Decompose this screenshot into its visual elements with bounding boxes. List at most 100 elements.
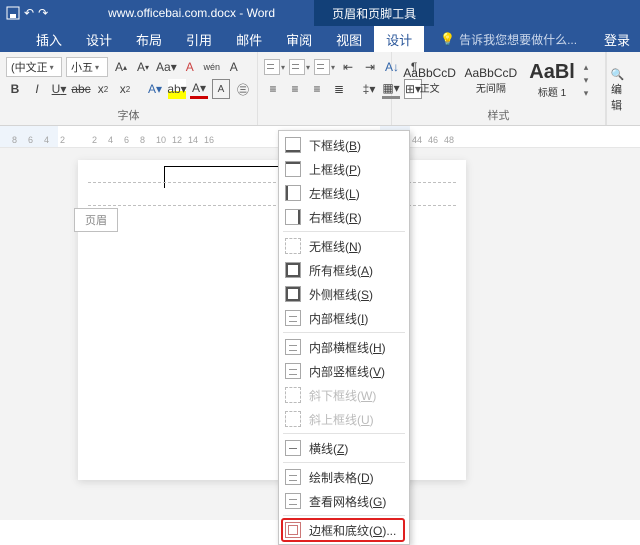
ribbon-tabs: 插入设计布局引用邮件审阅视图设计 💡 告诉我您想要做什么... 登录 [0,26,640,52]
char-shading-button[interactable]: ㊂ [234,79,252,99]
justify-button[interactable]: ≣ [330,79,348,99]
menu-item-下框线[interactable]: 下框线(B) [279,133,409,157]
menu-item-左框线[interactable]: 左框线(L) [279,181,409,205]
menu-item-label: 斜上框线(U) [309,411,374,428]
menu-item-内部横框线[interactable]: 内部横框线(H) [279,335,409,359]
tab-设计[interactable]: 设计 [74,26,124,52]
border-icon [285,440,301,456]
grow-font-button[interactable]: A▴ [112,57,130,77]
styles-group-label: 样式 [398,107,599,125]
menu-item-内部框线[interactable]: 内部框线(I) [279,306,409,330]
align-left-button[interactable]: ≡ [264,79,282,99]
menu-item-外侧框线[interactable]: 外侧框线(S) [279,282,409,306]
enclose-button[interactable]: A [225,57,243,77]
border-icon [285,238,301,254]
border-icon [285,493,301,509]
align-center-button[interactable]: ≡ [286,79,304,99]
menu-item-label: 边框和底纹(O)... [309,522,396,539]
menu-item-横线[interactable]: 横线(Z) [279,436,409,460]
superscript-button[interactable]: x2 [116,79,134,99]
bullets-button[interactable]: ▾ [264,57,285,77]
tell-me[interactable]: 💡 告诉我您想要做什么... [424,26,577,52]
menu-item-绘制表格[interactable]: 绘制表格(D) [279,465,409,489]
tab-布局[interactable]: 布局 [124,26,174,52]
menu-item-label: 内部框线(I) [309,310,368,327]
font-name-combo[interactable]: (中文正▾ [6,57,62,77]
phonetic-button[interactable]: wén [203,57,221,77]
shrink-font-button[interactable]: A▾ [134,57,152,77]
menu-item-所有框线[interactable]: 所有框线(A) [279,258,409,282]
paragraph-group: ▾ ▾ ▾ ⇤ ⇥ A↓ ¶ ≡ ≡ ≡ ≣ ‡▾ ▦▾ ⊞▾ [258,52,392,125]
border-icon [285,209,301,225]
styles-group: AaBbCcD正文AaBbCcD无间隔AaBl标题 1▴▾▾ 样式 [392,52,606,125]
menu-item-label: 内部横框线(H) [309,339,386,356]
redo-icon[interactable]: ↷ [38,6,48,20]
menu-item-查看网格线[interactable]: 查看网格线(G) [279,489,409,513]
border-icon [285,363,301,379]
multilevel-button[interactable]: ▾ [314,57,335,77]
line-spacing-button[interactable]: ‡▾ [360,79,378,99]
style-card[interactable]: AaBl标题 1 [522,58,581,102]
tab-插入[interactable]: 插入 [24,26,74,52]
menu-item-label: 左框线(L) [309,185,360,202]
clear-format-button[interactable]: A [181,57,199,77]
border-icon [285,387,301,403]
border-icon [285,286,301,302]
menu-item-label: 斜下框线(W) [309,387,376,404]
numbering-button[interactable]: ▾ [289,57,310,77]
contextual-tool-tab: 页眉和页脚工具 [314,0,434,26]
strike-button[interactable]: abc [72,79,90,99]
tab-审阅[interactable]: 审阅 [274,26,324,52]
border-icon [285,411,301,427]
border-icon [285,262,301,278]
tab-视图[interactable]: 视图 [324,26,374,52]
border-icon [285,185,301,201]
text-effects-button[interactable]: A▾ [146,79,164,99]
border-icon [285,161,301,177]
char-border-button[interactable]: A [212,79,230,99]
menu-item-label: 内部竖框线(V) [309,363,385,380]
font-color-button[interactable]: A▾ [190,79,208,99]
menu-item-斜下框线: 斜下框线(W) [279,383,409,407]
font-size-combo[interactable]: 小五▾ [66,57,108,77]
subscript-button[interactable]: x2 [94,79,112,99]
align-right-button[interactable]: ≡ [308,79,326,99]
ribbon: (中文正▾ 小五▾ A▴ A▾ Aa▾ A wén A B I U▾ abc x… [0,52,640,126]
menu-item-label: 无框线(N) [309,238,362,255]
tab-邮件[interactable]: 邮件 [224,26,274,52]
menu-item-上框线[interactable]: 上框线(P) [279,157,409,181]
styles-more-button[interactable]: ▴▾▾ [584,58,597,102]
title-bar: ↶ ↷ www.officebai.com.docx - Word 页眉和页脚工… [0,0,640,26]
bulb-icon: 💡 [440,32,455,46]
border-icon [285,310,301,326]
chevron-down-icon: ▾ [95,63,99,72]
find-icon: 🔍 [611,68,625,81]
style-card[interactable]: AaBbCcD无间隔 [461,58,520,102]
tab-引用[interactable]: 引用 [174,26,224,52]
menu-item-斜上框线: 斜上框线(U) [279,407,409,431]
tab-设计[interactable]: 设计 [374,26,424,52]
highlight-button[interactable]: ab▾ [168,79,186,99]
menu-item-label: 横线(Z) [309,440,348,457]
menu-item-label: 上框线(P) [309,161,361,178]
bold-button[interactable]: B [6,79,24,99]
italic-button[interactable]: I [28,79,46,99]
menu-item-label: 查看网格线(G) [309,493,386,510]
login-link[interactable]: 登录 [594,26,640,52]
underline-button[interactable]: U▾ [50,79,68,99]
decrease-indent-button[interactable]: ⇤ [339,57,357,77]
menu-item-无框线[interactable]: 无框线(N) [279,234,409,258]
menu-item-右框线[interactable]: 右框线(R) [279,205,409,229]
save-icon[interactable] [6,6,20,20]
editing-group[interactable]: 🔍 编辑 [606,52,628,125]
document-title: www.officebai.com.docx - Word [108,6,275,20]
menu-item-内部竖框线[interactable]: 内部竖框线(V) [279,359,409,383]
border-icon [285,469,301,485]
font-group: (中文正▾ 小五▾ A▴ A▾ Aa▾ A wén A B I U▾ abc x… [0,52,258,125]
menu-item-边框和底纹[interactable]: 边框和底纹(O)... [279,518,409,542]
increase-indent-button[interactable]: ⇥ [361,57,379,77]
change-case-button[interactable]: Aa▾ [156,57,177,77]
style-card[interactable]: AaBbCcD正文 [400,58,459,102]
undo-icon[interactable]: ↶ [24,6,34,20]
menu-item-label: 绘制表格(D) [309,469,374,486]
